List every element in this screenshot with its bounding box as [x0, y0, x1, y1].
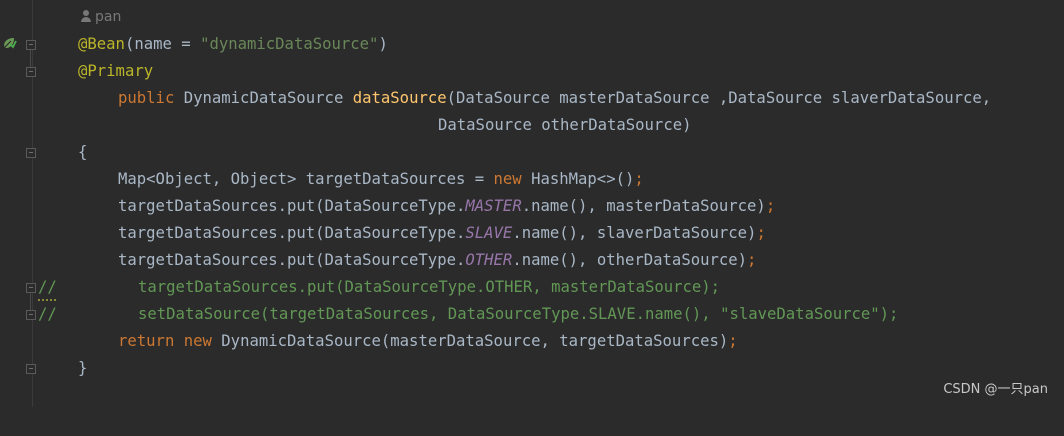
- code-line[interactable]: DataSource otherDataSource): [0, 112, 691, 139]
- keyword: public: [118, 89, 175, 107]
- watermark: CSDN @一只pan: [943, 382, 1048, 397]
- code-editor[interactable]: @Bean(name = "dynamicDataSource") @Prima…: [0, 0, 1064, 407]
- semicolon: ;: [765, 197, 776, 215]
- code-text: .name(), masterDataSource): [521, 197, 766, 215]
- code-text: (DataSource masterDataSource ,DataSource…: [446, 89, 992, 107]
- semicolon: ;: [634, 170, 644, 188]
- code-text: DynamicDataSource(masterDataSource, targ…: [211, 332, 729, 350]
- code-line[interactable]: targetDataSources.put(DataSourceType.SLA…: [0, 220, 766, 247]
- semicolon: ;: [756, 224, 766, 242]
- method-name: dataSource: [352, 89, 447, 107]
- semicolon: ;: [728, 332, 738, 350]
- code-text: .name(), slaverDataSource): [512, 224, 757, 242]
- brace: }: [78, 359, 88, 377]
- code-line[interactable]: targetDataSources.put(DataSourceType.OTH…: [0, 274, 720, 301]
- enum-constant: SLAVE: [465, 224, 513, 242]
- code-line[interactable]: targetDataSources.put(DataSourceType.MAS…: [0, 193, 775, 220]
- enum-constant: OTHER: [465, 251, 513, 269]
- code-line[interactable]: public DynamicDataSource dataSource(Data…: [0, 85, 991, 112]
- annotation: @Primary: [78, 62, 154, 80]
- code-text: targetDataSources.put(DataSourceType.: [118, 197, 466, 215]
- comment-text: setDataSource(targetDataSources, DataSou…: [138, 305, 899, 323]
- comment-text: targetDataSources.put(DataSourceType.OTH…: [138, 278, 721, 296]
- code-line[interactable]: setDataSource(targetDataSources, DataSou…: [0, 301, 898, 328]
- code-text: targetDataSources.put(DataSourceType.: [118, 251, 466, 269]
- keyword: new: [183, 332, 212, 350]
- code-line[interactable]: @Primary: [0, 58, 153, 85]
- keyword: new: [493, 170, 522, 188]
- code-text: Map<Object, Object> targetDataSources =: [118, 170, 494, 188]
- code-text: (name =: [124, 35, 201, 53]
- code-text: HashMap<>(): [521, 170, 635, 188]
- string-literal: "dynamicDataSource": [200, 35, 379, 53]
- code-text: targetDataSources.put(DataSourceType.: [118, 224, 466, 242]
- code-line[interactable]: }: [0, 355, 87, 382]
- code-line[interactable]: {: [0, 139, 87, 166]
- brace: {: [78, 143, 88, 161]
- code-text: DynamicDataSource: [174, 89, 353, 107]
- code-text: .name(), otherDataSource): [512, 251, 748, 269]
- code-line[interactable]: return new DynamicDataSource(masterDataS…: [0, 328, 738, 355]
- code-line[interactable]: targetDataSources.put(DataSourceType.OTH…: [0, 247, 756, 274]
- annotation: @Bean: [78, 35, 125, 53]
- code-line[interactable]: Map<Object, Object> targetDataSources = …: [0, 166, 644, 193]
- enum-constant: MASTER: [465, 197, 522, 215]
- code-line[interactable]: @Bean(name = "dynamicDataSource"): [0, 31, 388, 58]
- code-text: ): [378, 35, 388, 53]
- semicolon: ;: [747, 251, 757, 269]
- keyword: return: [118, 332, 175, 350]
- code-text: DataSource otherDataSource): [438, 116, 692, 134]
